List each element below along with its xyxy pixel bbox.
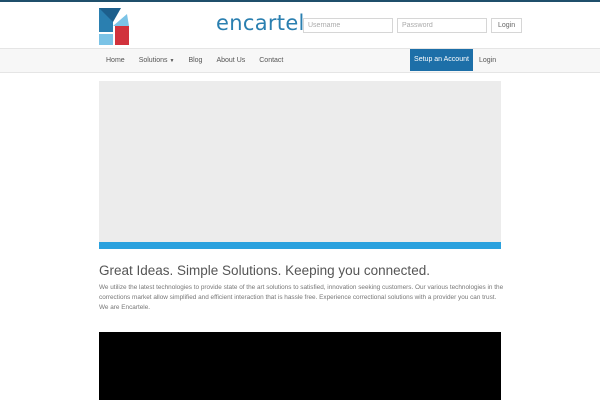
video-player[interactable]: [99, 332, 501, 400]
caret-down-icon: ▼: [169, 58, 175, 64]
header-login-form: Login: [303, 18, 523, 33]
nav-item-about-us[interactable]: About Us: [209, 49, 252, 72]
hero-banner-stripe: [99, 242, 501, 249]
logo-text-en: en: [216, 11, 243, 35]
username-input[interactable]: [303, 18, 393, 33]
password-input[interactable]: [397, 18, 487, 33]
intro-paragraph: We utilize the latest technologies to pr…: [99, 284, 504, 311]
nav-item-solutions[interactable]: Solutions ▼: [132, 49, 182, 72]
nav-login-link[interactable]: Login: [479, 49, 496, 72]
hero-banner: [99, 81, 501, 242]
nav-item-contact[interactable]: Contact: [252, 49, 290, 72]
nav-item-home[interactable]: Home: [99, 49, 132, 72]
setup-account-button[interactable]: Setup an Account: [410, 49, 473, 71]
logo-mark-icon: [99, 8, 129, 45]
main-navbar: Home Solutions ▼ Blog About Us Contact Se…: [0, 48, 600, 73]
nav-item-solutions-label: Solutions: [138, 57, 168, 64]
header-login-button[interactable]: Login: [491, 18, 523, 33]
encartele-logo[interactable]: encartele: [99, 8, 318, 45]
page-headline: Great Ideas. Simple Solutions. Keeping y…: [99, 263, 430, 278]
nav-menu: Home Solutions ▼ Blog About Us Contact: [99, 49, 290, 72]
nav-item-blog[interactable]: Blog: [181, 49, 209, 72]
site-header: encartele Login: [0, 2, 600, 48]
